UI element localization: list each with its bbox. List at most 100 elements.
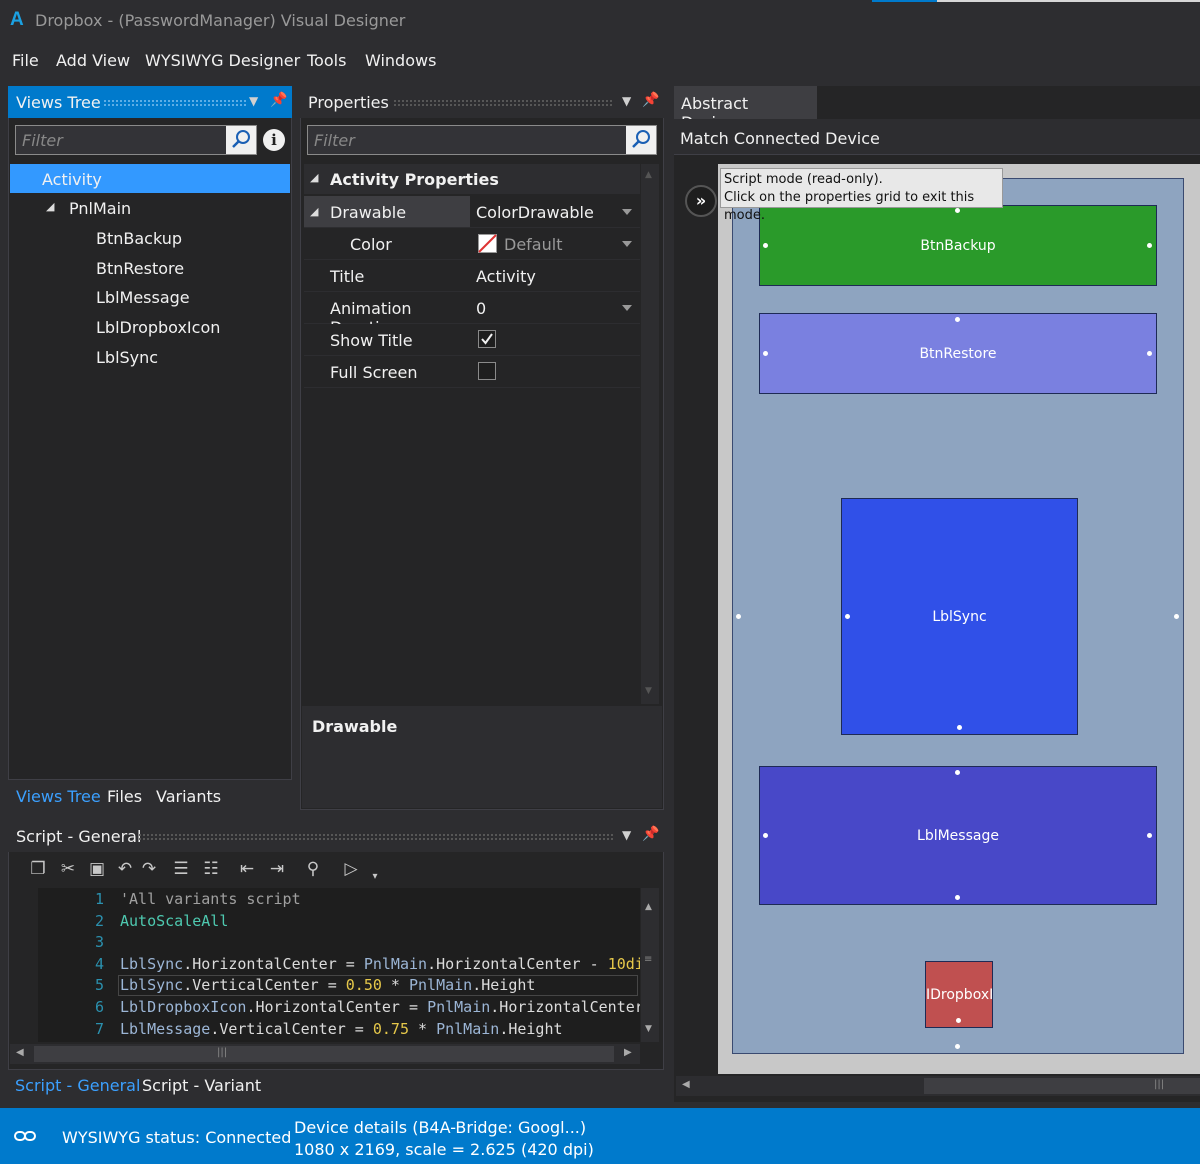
dropdown-arrow-icon[interactable]: ▼ xyxy=(622,828,631,842)
full-screen-checkbox[interactable] xyxy=(478,362,496,380)
menu-tools[interactable]: Tools xyxy=(307,51,346,70)
resize-handle[interactable] xyxy=(1147,351,1152,356)
tab-abstract-designer[interactable]: Abstract Designer xyxy=(674,86,817,132)
menu-add-view[interactable]: Add View xyxy=(56,51,130,70)
tree-item-activity[interactable]: Activity xyxy=(42,170,102,189)
views-tree-filter[interactable] xyxy=(15,125,257,155)
resize-handle[interactable] xyxy=(845,614,850,619)
resize-handle[interactable] xyxy=(955,317,960,322)
resize-handle[interactable] xyxy=(956,1018,961,1023)
designer-view-btnrestore[interactable]: BtnRestore xyxy=(759,313,1157,394)
tab-files[interactable]: Files xyxy=(107,787,142,806)
tree-item-lblsync[interactable]: LblSync xyxy=(96,348,158,367)
properties-section-header[interactable]: ◢ Activity Properties xyxy=(304,164,640,194)
prop-row-show-title[interactable]: Show Title xyxy=(304,324,640,356)
menu-windows[interactable]: Windows xyxy=(365,51,436,70)
scroll-grip-icon[interactable]: ||| xyxy=(1154,1079,1164,1090)
tree-item-btnbackup[interactable]: BtnBackup xyxy=(96,229,182,248)
resize-handle[interactable] xyxy=(763,351,768,356)
tree-item-pnlmain[interactable]: PnlMain xyxy=(69,199,131,218)
prop-row-color[interactable]: Color Default xyxy=(304,228,640,260)
collapse-triangle-icon[interactable]: ◢ xyxy=(310,171,318,184)
code-line[interactable]: 2 AutoScaleAll xyxy=(10,912,630,933)
resize-handle[interactable] xyxy=(955,1044,960,1049)
prop-value-animation-duration[interactable]: 0 xyxy=(472,292,640,323)
code-editor[interactable]: 1 'All variants script 2 AutoScaleAll 3 4 LblS… xyxy=(10,888,640,1042)
code-vscrollbar[interactable]: ▲ ≡ ▼ xyxy=(641,888,659,1042)
comment-icon[interactable]: ☰ xyxy=(170,858,192,880)
code-line[interactable]: 5 LblSync.VerticalCenter = 0.50 * PnlMain… xyxy=(10,976,630,997)
prop-value-color[interactable]: Default xyxy=(472,228,640,259)
redo-icon[interactable]: ↷ xyxy=(138,858,160,880)
dropdown-arrow-icon[interactable] xyxy=(622,209,632,215)
pin-icon[interactable]: 📌 xyxy=(270,92,287,108)
designer-view-lblmessage[interactable]: LblMessage xyxy=(759,766,1157,905)
match-device-button[interactable]: Match Connected Device xyxy=(674,119,1200,155)
scroll-down-icon[interactable]: ▼ xyxy=(645,1024,652,1034)
resize-handle[interactable] xyxy=(736,614,741,619)
code-line[interactable]: 7 LblMessage.VerticalCenter = 0.75 * PnlM… xyxy=(10,1020,630,1041)
menu-file[interactable]: File xyxy=(12,51,39,70)
dropdown-arrow-icon[interactable] xyxy=(622,241,632,247)
expand-toggle-icon[interactable]: » xyxy=(685,185,717,217)
prop-row-title[interactable]: Title Activity xyxy=(304,260,640,292)
more-arrow-icon[interactable]: ▾ xyxy=(364,866,386,888)
cut-icon[interactable]: ✂ xyxy=(57,858,79,880)
prop-row-animation-duration[interactable]: Animation Durati... 0 xyxy=(304,292,640,337)
resize-handle[interactable] xyxy=(763,243,768,248)
collapse-triangle-icon[interactable]: ◢ xyxy=(46,200,54,213)
code-line[interactable]: 6 LblDropboxIcon.HorizontalCenter = PnlMa… xyxy=(10,998,640,1019)
scroll-grip-icon[interactable]: ||| xyxy=(217,1047,227,1058)
dropdown-arrow-icon[interactable] xyxy=(622,305,632,311)
menu-wysiwyg-designer[interactable]: WYSIWYG Designer xyxy=(145,51,300,70)
properties-filter[interactable] xyxy=(307,125,657,155)
code-line[interactable]: 4 LblSync.HorizontalCenter = PnlMain.Hori… xyxy=(10,955,640,976)
designer-hscrollbar[interactable]: ◀ ||| xyxy=(676,1076,1200,1096)
resize-handle[interactable] xyxy=(1147,243,1152,248)
resize-handle[interactable] xyxy=(955,770,960,775)
info-icon[interactable]: i xyxy=(263,129,285,151)
resize-handle[interactable] xyxy=(1147,833,1152,838)
resize-handle[interactable] xyxy=(957,725,962,730)
properties-filter-input[interactable] xyxy=(308,126,656,154)
uncomment-icon[interactable]: ☷ xyxy=(200,858,222,880)
run-icon[interactable]: ▷ xyxy=(340,858,362,880)
properties-scrollbar[interactable]: ▲ ▼ xyxy=(641,164,659,704)
prop-value-drawable[interactable]: ColorDrawable xyxy=(472,196,640,227)
scroll-left-icon[interactable]: ◀ xyxy=(682,1079,690,1090)
designer-view-lblsync[interactable]: LblSync xyxy=(841,498,1078,735)
code-line[interactable]: 1 'All variants script xyxy=(10,890,630,911)
pin-icon[interactable]: 📌 xyxy=(642,826,659,842)
resize-handle[interactable] xyxy=(1174,614,1179,619)
prop-value-title[interactable]: Activity xyxy=(472,260,640,291)
resize-handle[interactable] xyxy=(955,208,960,213)
scroll-grip-icon[interactable]: ≡ xyxy=(644,954,652,965)
dropdown-arrow-icon[interactable]: ▼ xyxy=(622,94,631,108)
code-hscrollbar[interactable]: ◀ ||| ▶ xyxy=(10,1044,640,1064)
outdent-icon[interactable]: ⇤ xyxy=(236,858,258,880)
scroll-left-icon[interactable]: ◀ xyxy=(16,1047,24,1058)
scroll-down-icon[interactable]: ▼ xyxy=(645,686,652,696)
find-icon[interactable]: ⚲ xyxy=(302,858,324,880)
dropdown-arrow-icon[interactable]: ▼ xyxy=(249,94,258,108)
show-title-checkbox[interactable] xyxy=(478,330,496,348)
views-tree-filter-input[interactable] xyxy=(16,126,256,154)
search-icon[interactable] xyxy=(626,126,656,154)
search-icon[interactable] xyxy=(226,126,256,154)
tree-item-btnrestore[interactable]: BtnRestore xyxy=(96,259,184,278)
scroll-right-icon[interactable]: ▶ xyxy=(624,1047,632,1058)
prop-row-full-screen[interactable]: Full Screen xyxy=(304,356,640,388)
resize-handle[interactable] xyxy=(955,895,960,900)
scroll-up-icon[interactable]: ▲ xyxy=(645,902,652,912)
tab-variants[interactable]: Variants xyxy=(156,787,221,806)
collapse-triangle-icon[interactable]: ◢ xyxy=(310,205,318,218)
copy-icon[interactable]: ❐ xyxy=(27,858,49,880)
prop-row-drawable[interactable]: ◢ Drawable ColorDrawable xyxy=(304,196,640,228)
code-line[interactable]: 3 xyxy=(10,933,630,954)
indent-icon[interactable]: ⇥ xyxy=(266,858,288,880)
pin-icon[interactable]: 📌 xyxy=(642,92,659,108)
tree-item-lbldropboxicon[interactable]: LblDropboxIcon xyxy=(96,318,220,337)
paste-icon[interactable]: ▣ xyxy=(86,858,108,880)
undo-icon[interactable]: ↶ xyxy=(114,858,136,880)
resize-handle[interactable] xyxy=(763,833,768,838)
